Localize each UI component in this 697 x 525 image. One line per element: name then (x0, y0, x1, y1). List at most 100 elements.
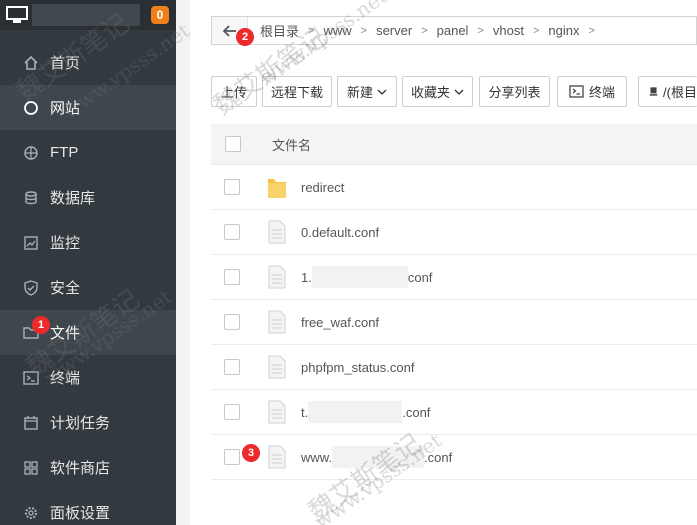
breadcrumb-nginx[interactable]: nginx (544, 23, 583, 38)
disk-icon (649, 87, 658, 96)
new-label: 新建 (346, 85, 373, 100)
sidebar-item-terminal[interactable]: 终端 (0, 355, 176, 400)
globe-icon (22, 99, 40, 117)
root-path-button[interactable]: /(根目 (638, 76, 697, 107)
row-checkbox[interactable] (224, 314, 240, 330)
notification-badge[interactable]: 0 (151, 6, 169, 24)
redacted-text (308, 401, 403, 423)
table-row[interactable]: t. .conf (211, 390, 697, 435)
remote-download-label: 远程下载 (270, 85, 323, 100)
favorites-button[interactable]: 收藏夹 (402, 76, 473, 107)
gear-icon (22, 504, 40, 522)
share-list-button[interactable]: 分享列表 (479, 76, 550, 107)
breadcrumb-www[interactable]: www (319, 23, 355, 38)
table-row[interactable]: 1. conf (211, 255, 697, 300)
chevron-right-icon: > (532, 24, 540, 37)
file-icon (266, 354, 288, 380)
sidebar-item-monitor[interactable]: 监控 (0, 220, 176, 265)
select-all-checkbox[interactable] (225, 136, 241, 152)
chart-icon (22, 234, 40, 252)
remote-download-button[interactable]: 远程下载 (262, 76, 332, 107)
chevron-down-icon (454, 89, 464, 95)
file-icon (266, 444, 288, 470)
sidebar-item-label: 计划任务 (50, 415, 111, 432)
sidebar-item-label: 终端 (50, 370, 81, 387)
file-icon (266, 309, 288, 335)
file-icon (266, 219, 288, 245)
sidebar-item-security[interactable]: 安全 (0, 265, 176, 310)
table-row[interactable]: 0.default.conf (211, 210, 697, 255)
calendar-icon (22, 414, 40, 432)
file-name[interactable]: www. .conf (301, 446, 452, 468)
shield-icon (22, 279, 40, 297)
sidebar-item-label: 数据库 (50, 190, 96, 207)
root-path-label: /(根目 (663, 85, 697, 100)
breadcrumb-server[interactable]: server (372, 23, 416, 38)
file-name[interactable]: t. .conf (301, 401, 430, 423)
terminal-icon (569, 85, 584, 98)
file-name[interactable]: redirect (301, 180, 344, 195)
database-icon (22, 189, 40, 207)
step-marker-3: 3 (242, 444, 260, 462)
sidebar-item-ftp[interactable]: FTP (0, 130, 176, 175)
row-checkbox[interactable] (224, 359, 240, 375)
sidebar-item-database[interactable]: 数据库 (0, 175, 176, 220)
grid-icon (22, 459, 40, 477)
step-marker-1: 1 (32, 316, 50, 334)
folder-icon (266, 174, 288, 200)
row-checkbox[interactable] (224, 269, 240, 285)
terminal-button[interactable]: 终端 (557, 76, 627, 107)
file-icon (266, 399, 288, 425)
user-name-redacted (32, 4, 140, 26)
row-checkbox[interactable] (224, 224, 240, 240)
new-button[interactable]: 新建 (337, 76, 397, 107)
favorites-label: 收藏夹 (410, 85, 450, 100)
terminal-label: 终端 (588, 85, 615, 100)
ftp-icon (22, 144, 40, 162)
table-row[interactable]: phpfpm_status.conf (211, 345, 697, 390)
redacted-text (311, 266, 408, 288)
path-bar[interactable]: 根目录 > www > server > panel > vhost > ngi… (211, 16, 697, 45)
table-row[interactable]: redirect (211, 165, 697, 210)
breadcrumb-vhost[interactable]: vhost (489, 23, 528, 38)
sidebar: 0 首页 网站 FTP 数据库 监控 安全 文件 终端 计划任务 软件商店 面板… (0, 0, 176, 525)
sidebar-item-label: FTP (50, 144, 79, 161)
sidebar-header: 0 (0, 0, 176, 30)
upload-button[interactable]: 上传 (211, 76, 257, 107)
sidebar-item-home[interactable]: 首页 (0, 40, 176, 85)
sidebar-item-cron[interactable]: 计划任务 (0, 400, 176, 445)
file-name[interactable]: 0.default.conf (301, 225, 379, 240)
file-table-header: 文件名 (211, 124, 697, 165)
sidebar-item-settings[interactable]: 面板设置 (0, 490, 176, 525)
upload-label: 上传 (220, 85, 247, 100)
row-checkbox[interactable] (224, 404, 240, 420)
sidebar-item-label: 文件 (50, 325, 81, 342)
sidebar-item-label: 面板设置 (50, 505, 111, 522)
sidebar-item-label: 软件商店 (50, 460, 111, 477)
file-icon (266, 264, 288, 290)
sidebar-item-website[interactable]: 网站 (0, 85, 176, 130)
monitor-icon[interactable] (6, 6, 28, 24)
row-checkbox[interactable] (224, 449, 240, 465)
row-checkbox[interactable] (224, 179, 240, 195)
chevron-right-icon: > (588, 24, 595, 37)
file-name[interactable]: 1. conf (301, 266, 432, 288)
sidebar-item-files[interactable]: 文件 (0, 310, 176, 355)
breadcrumb-root[interactable]: 根目录 (256, 21, 303, 40)
file-name[interactable]: phpfpm_status.conf (301, 360, 414, 375)
column-filename[interactable]: 文件名 (272, 135, 311, 154)
sidebar-item-label: 安全 (50, 280, 81, 297)
table-row[interactable]: free_waf.conf (211, 300, 697, 345)
breadcrumb-panel[interactable]: panel (433, 23, 473, 38)
sidebar-item-store[interactable]: 软件商店 (0, 445, 176, 490)
share-list-label: 分享列表 (488, 85, 541, 100)
chevron-down-icon (377, 89, 387, 95)
chevron-right-icon: > (308, 24, 315, 37)
table-row[interactable]: www. .conf (211, 435, 697, 480)
chevron-right-icon: > (477, 24, 484, 37)
arrow-left-icon (222, 24, 236, 37)
chevron-right-icon: > (360, 24, 368, 37)
terminal-icon (22, 369, 40, 387)
file-name[interactable]: free_waf.conf (301, 315, 379, 330)
sidebar-item-label: 监控 (50, 235, 81, 252)
